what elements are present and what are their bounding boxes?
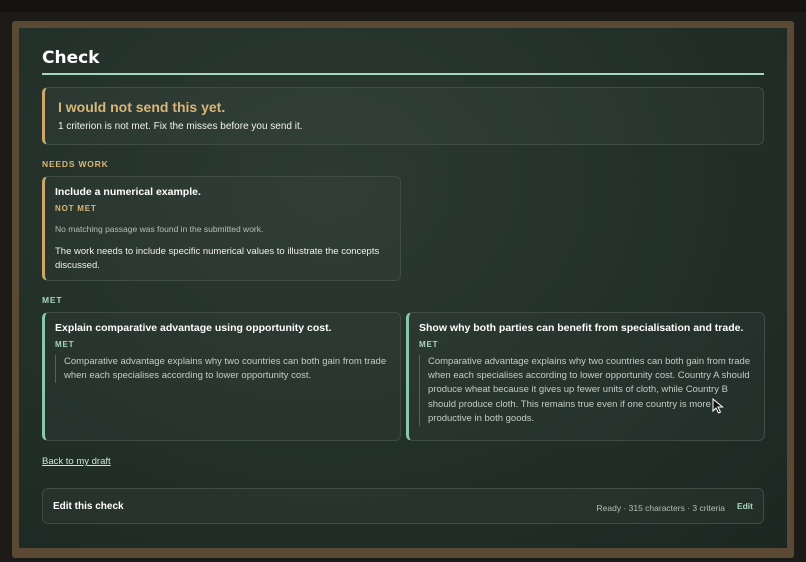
back-to-draft-link[interactable]: Back to my draft (42, 456, 111, 467)
mouse-cursor-icon (712, 398, 724, 414)
criterion-card-numerical-example: Include a numerical example. NOT MET No … (42, 176, 401, 281)
criterion-card-mutual-benefit: Show why both parties can benefit from s… (406, 312, 765, 441)
criterion-status: MET (55, 340, 75, 349)
verdict-heading: I would not send this yet. (58, 99, 226, 115)
criterion-card-comparative-advantage: Explain comparative advantage using oppo… (42, 312, 401, 441)
page-title: Check (42, 48, 100, 68)
edit-check-title: Edit this check (53, 501, 124, 512)
criterion-status: NOT MET (55, 204, 97, 213)
top-bar (0, 0, 806, 12)
edit-check-status: Ready · 315 characters · 3 criteria (596, 503, 726, 513)
criterion-status: MET (419, 340, 439, 349)
criterion-note: No matching passage was found in the sub… (55, 224, 264, 234)
edit-button[interactable]: Edit (737, 501, 753, 511)
verdict-banner: I would not send this yet. 1 criterion i… (42, 87, 764, 145)
section-label-needs-work: NEEDS WORK (42, 159, 109, 169)
criterion-title: Explain comparative advantage using oppo… (55, 322, 332, 334)
edit-check-bar: Edit this check Ready · 315 characters ·… (42, 488, 764, 524)
title-divider (42, 73, 764, 75)
criterion-title: Show why both parties can benefit from s… (419, 322, 744, 334)
section-label-met: MET (42, 295, 63, 305)
criterion-feedback: The work needs to include specific numer… (55, 246, 380, 271)
criterion-title: Include a numerical example. (55, 186, 201, 198)
evidence-quote: Comparative advantage explains why two c… (419, 355, 756, 427)
verdict-summary: 1 criterion is not met. Fix the misses b… (58, 121, 303, 132)
evidence-quote: Comparative advantage explains why two c… (55, 355, 390, 384)
